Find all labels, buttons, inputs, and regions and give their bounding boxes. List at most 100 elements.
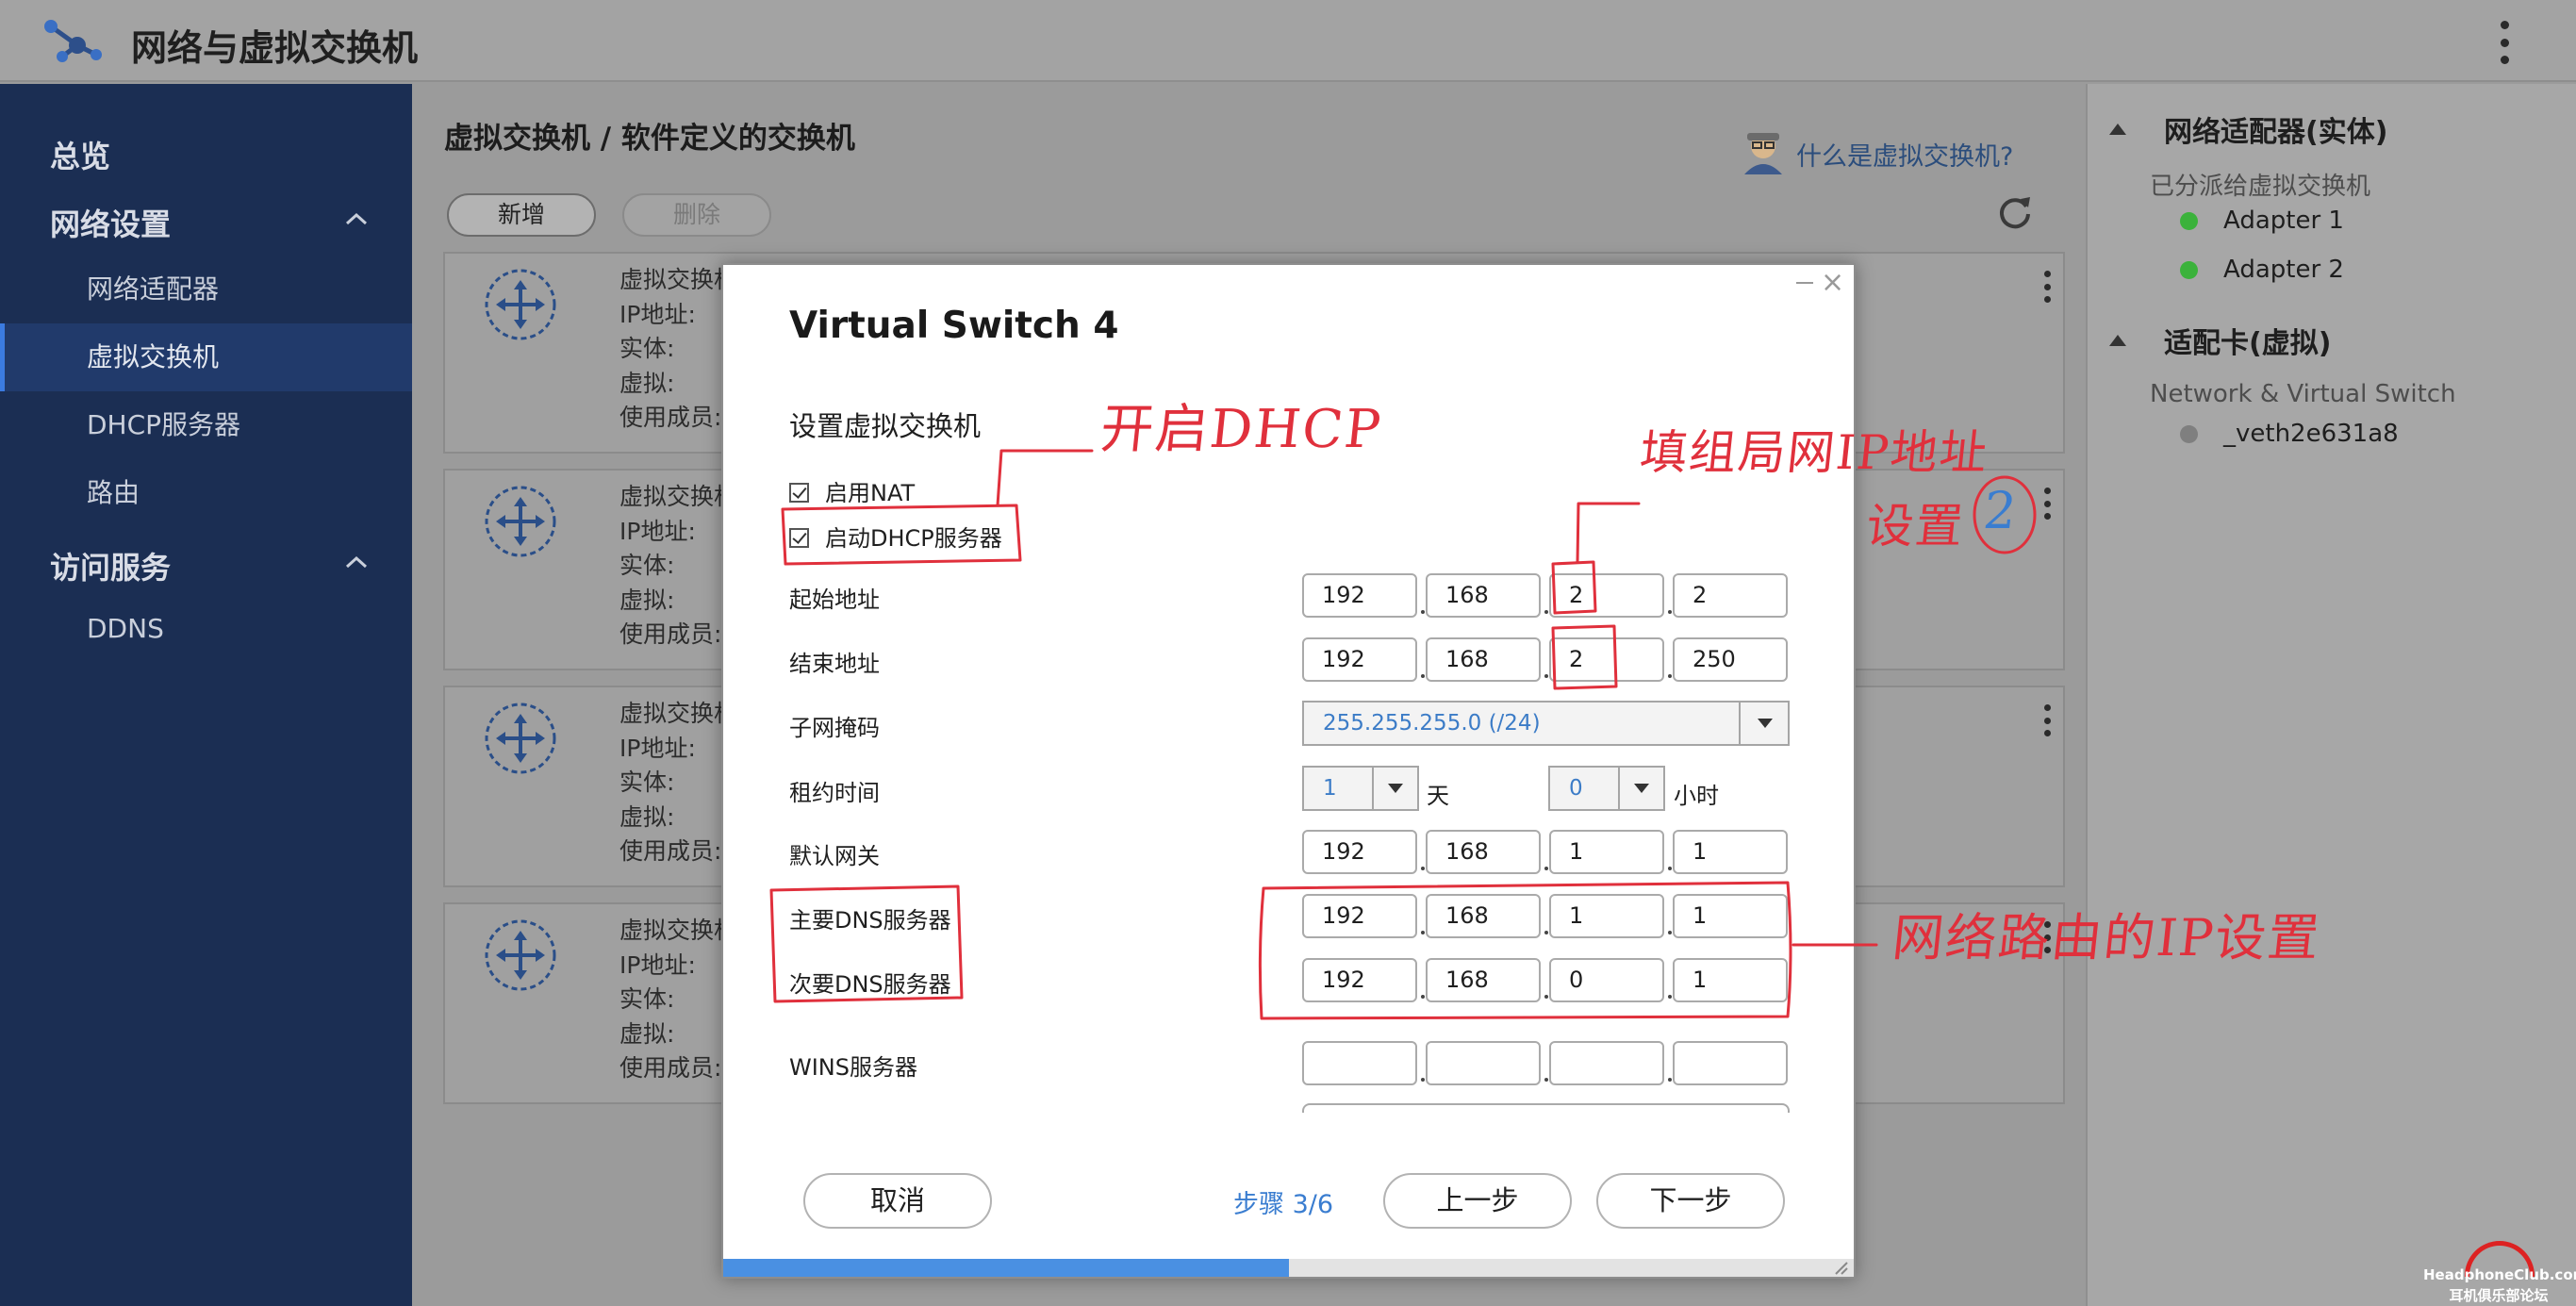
start-address-octet-4[interactable]: 2: [1673, 573, 1788, 618]
card-menu-icon[interactable]: [2040, 704, 2054, 736]
adapter-item[interactable]: Adapter 2: [2180, 256, 2344, 284]
ip-separator: [1668, 867, 1672, 870]
physical-adapters-subtitle: 已分派给虚拟交换机: [2150, 173, 2371, 201]
sidebar-group-label: 网络设置: [50, 207, 172, 242]
clipped-field: [1302, 1103, 1790, 1113]
cancel-button[interactable]: 取消: [803, 1173, 992, 1229]
wins-octet-3[interactable]: [1549, 1041, 1664, 1085]
lease-time-label: 租约时间: [789, 780, 880, 806]
ip-separator: [1668, 995, 1672, 999]
chevron-up-icon[interactable]: [345, 212, 368, 225]
enable-dhcp-checkbox[interactable]: 启动DHCP服务器: [789, 520, 1002, 553]
adapter-item[interactable]: _veth2e631a8: [2180, 420, 2399, 448]
status-dot-icon: [2180, 261, 2198, 279]
subnet-mask-label: 子网掩码: [789, 715, 880, 741]
ip-separator: [1421, 995, 1425, 999]
start-address-octet-3[interactable]: 2: [1549, 573, 1664, 618]
app-title: 网络与虚拟交换机: [131, 27, 419, 69]
ip-separator: [1544, 1078, 1548, 1082]
ip-separator: [1668, 610, 1672, 614]
end-address-octet-3[interactable]: 2: [1549, 637, 1664, 682]
annotation-circled-number: 2: [1980, 481, 2022, 540]
page-title: 虚拟交换机 / 软件定义的交换机: [444, 122, 855, 156]
start-address-octet-1[interactable]: 192: [1302, 573, 1417, 618]
hours-unit: 小时: [1674, 783, 1719, 809]
virtual-switch-icon: [485, 486, 556, 557]
status-dot-icon: [2180, 212, 2198, 230]
progress-bar: [723, 1259, 1854, 1277]
subnet-mask-select[interactable]: 255.255.255.0 (/24): [1302, 701, 1790, 746]
ip-separator: [1544, 610, 1548, 614]
step-indicator: 步骤 3/6: [1233, 1190, 1334, 1219]
collapse-icon[interactable]: [2109, 335, 2126, 346]
days-unit: 天: [1427, 783, 1449, 809]
more-options-icon[interactable]: [2493, 21, 2516, 64]
adapter-item[interactable]: Adapter 1: [2180, 207, 2344, 235]
sidebar-item-dhcp-server[interactable]: DHCP服务器: [0, 391, 412, 459]
lease-hours-select[interactable]: 0: [1548, 766, 1665, 811]
add-button[interactable]: 新增: [447, 193, 596, 237]
end-address-octet-4[interactable]: 250: [1673, 637, 1788, 682]
secondary-dns-octet-2[interactable]: 168: [1426, 958, 1541, 1002]
enable-nat-checkbox[interactable]: 启用NAT: [789, 474, 915, 507]
network-switch-icon: [44, 20, 102, 62]
ip-separator: [1421, 1078, 1425, 1082]
secondary-dns-octet-3[interactable]: 0: [1549, 958, 1664, 1002]
card-menu-icon[interactable]: [2040, 271, 2054, 303]
checkbox-checked-icon[interactable]: [789, 483, 809, 503]
refresh-icon[interactable]: [1996, 193, 2034, 231]
secondary-dns-octet-1[interactable]: 192: [1302, 958, 1417, 1002]
virtual-switch-icon: [485, 269, 556, 340]
dropdown-toggle[interactable]: [1618, 768, 1663, 809]
gateway-octet-1[interactable]: 192: [1302, 830, 1417, 874]
start-address-octet-2[interactable]: 168: [1426, 573, 1541, 618]
close-icon[interactable]: ×: [1821, 269, 1844, 297]
lease-days-value: 1: [1323, 776, 1337, 801]
card-menu-icon[interactable]: [2040, 488, 2054, 520]
dropdown-toggle[interactable]: [1372, 768, 1417, 809]
delete-button[interactable]: 删除: [622, 193, 771, 237]
title-bar: 网络与虚拟交换机: [0, 0, 2576, 82]
gateway-octet-4[interactable]: 1: [1673, 830, 1788, 874]
primary-dns-octet-3[interactable]: 1: [1549, 894, 1664, 938]
end-address-octet-2[interactable]: 168: [1426, 637, 1541, 682]
sidebar-item-network-adapters[interactable]: 网络适配器: [0, 256, 412, 323]
resize-grip-icon[interactable]: [1832, 1259, 1849, 1276]
primary-dns-octet-2[interactable]: 168: [1426, 894, 1541, 938]
wins-octet-4[interactable]: [1673, 1041, 1788, 1085]
next-button[interactable]: 下一步: [1596, 1173, 1785, 1229]
sidebar-item-virtual-switch[interactable]: 虚拟交换机: [0, 323, 412, 391]
adapter-name: Adapter 2: [2223, 256, 2344, 284]
virtual-adapters-subtitle: Network & Virtual Switch: [2150, 380, 2456, 408]
adapter-name: _veth2e631a8: [2223, 420, 2399, 448]
sidebar-item-ddns[interactable]: DDNS: [0, 595, 412, 663]
primary-dns-octet-4[interactable]: 1: [1673, 894, 1788, 938]
collapse-icon[interactable]: [2109, 124, 2126, 135]
sidebar-item-overview[interactable]: 总览: [0, 133, 412, 176]
gateway-octet-3[interactable]: 1: [1549, 830, 1664, 874]
primary-dns-octet-1[interactable]: 192: [1302, 894, 1417, 938]
wins-octet-1[interactable]: [1302, 1041, 1417, 1085]
sidebar-item-routing[interactable]: 路由: [0, 459, 412, 527]
wins-octet-2[interactable]: [1426, 1041, 1541, 1085]
dropdown-toggle[interactable]: [1739, 703, 1788, 744]
ip-separator: [1544, 995, 1548, 999]
checkbox-label: 启用NAT: [825, 480, 916, 506]
help-link[interactable]: 什么是虚拟交换机?: [1796, 136, 2013, 173]
secondary-dns-label: 次要DNS服务器: [789, 971, 951, 998]
secondary-dns-octet-4[interactable]: 1: [1673, 958, 1788, 1002]
ip-separator: [1668, 931, 1672, 934]
chevron-up-icon[interactable]: [345, 555, 368, 569]
ip-separator: [1668, 674, 1672, 678]
ip-separator: [1544, 674, 1548, 678]
ip-separator: [1421, 610, 1425, 614]
minimize-icon[interactable]: [1796, 282, 1813, 284]
checkbox-checked-icon[interactable]: [789, 528, 809, 548]
sidebar: 总览 网络设置 网络适配器 虚拟交换机 DHCP服务器 路由 访问服务 DDNS: [0, 84, 412, 1306]
previous-button[interactable]: 上一步: [1383, 1173, 1572, 1229]
status-dot-icon: [2180, 425, 2198, 443]
watermark-text-cn: 耳机俱乐部论坛: [2449, 1287, 2549, 1304]
end-address-octet-1[interactable]: 192: [1302, 637, 1417, 682]
lease-days-select[interactable]: 1: [1302, 766, 1419, 811]
gateway-octet-2[interactable]: 168: [1426, 830, 1541, 874]
